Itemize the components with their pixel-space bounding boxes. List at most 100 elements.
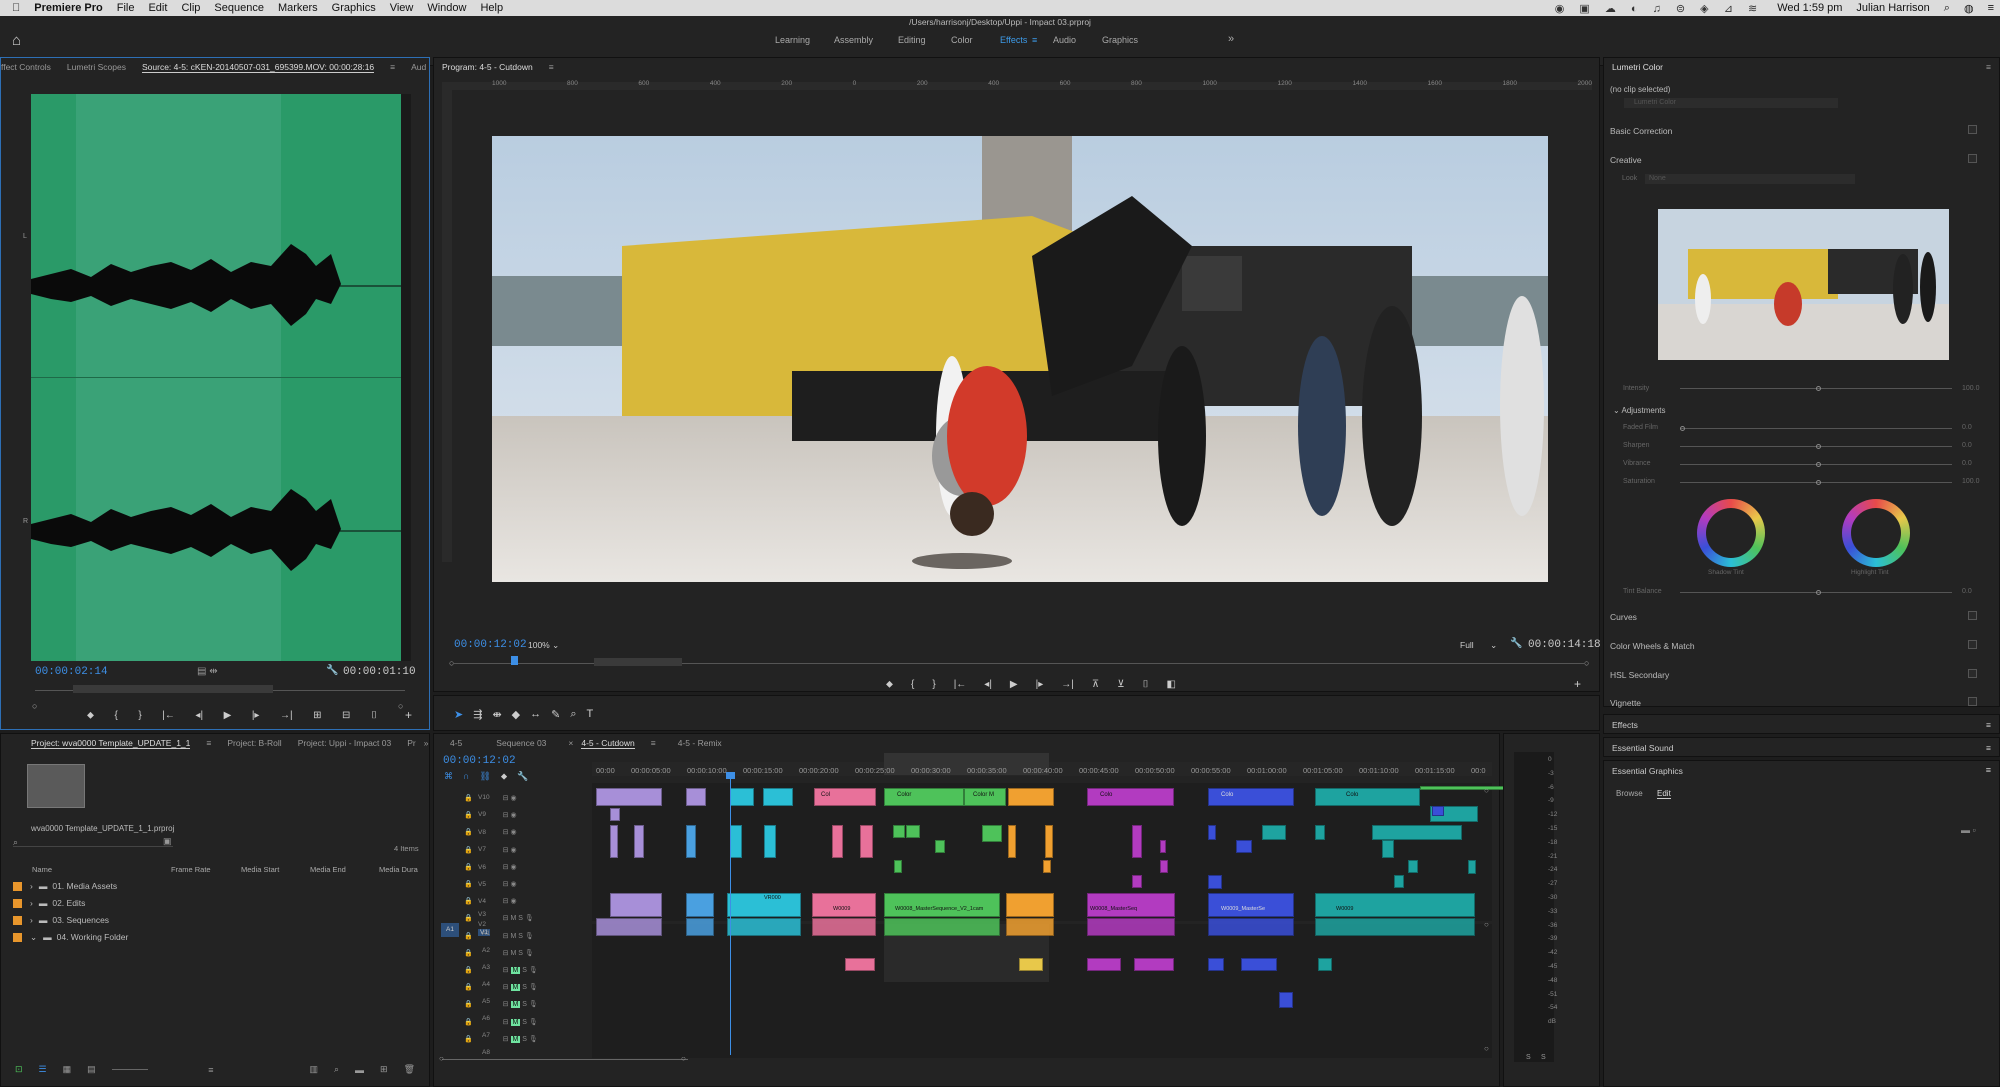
workspace-tab-effects[interactable]: Effects bbox=[1000, 35, 1027, 45]
icon-view-icon[interactable]: ▦ bbox=[63, 1064, 72, 1075]
video-clip[interactable] bbox=[686, 825, 696, 858]
mark-in-icon[interactable]: { bbox=[115, 710, 118, 721]
program-tab-menu-icon[interactable]: ≡ bbox=[549, 62, 554, 72]
mic-icon[interactable]: 🎙 bbox=[525, 915, 534, 922]
chevron-right-icon[interactable]: › bbox=[30, 881, 33, 891]
app-name-menu[interactable]: Premiere Pro bbox=[34, 2, 102, 14]
video-clip[interactable] bbox=[1208, 825, 1216, 840]
tab-project-template[interactable]: Project: wva0000 Template_UPDATE_1_1 bbox=[31, 738, 191, 749]
label-color-swatch[interactable] bbox=[13, 932, 22, 942]
video-clip[interactable]: Color bbox=[884, 788, 964, 806]
column-media-start[interactable]: Media Start bbox=[241, 865, 279, 874]
video-clip[interactable] bbox=[610, 808, 620, 821]
close-tab-icon[interactable]: × bbox=[568, 738, 573, 748]
menu-sequence[interactable]: Sequence bbox=[214, 2, 264, 14]
source-current-timecode[interactable]: 00:00:02:14 bbox=[35, 666, 108, 678]
sync-lock-icon[interactable]: ⊟ bbox=[503, 1019, 509, 1026]
snap-icon[interactable]: ∩ bbox=[463, 771, 469, 782]
source-start-marker[interactable]: ○ bbox=[32, 701, 37, 711]
lock-icon[interactable]: 🔒 bbox=[464, 1019, 473, 1026]
add-marker-icon[interactable]: ⬥ bbox=[87, 710, 94, 721]
sync-lock-icon[interactable]: ⊟ bbox=[503, 898, 509, 905]
mic-icon[interactable]: 🎙 bbox=[529, 1036, 538, 1043]
video-clip[interactable]: W0009 bbox=[812, 893, 876, 917]
menu-graphics[interactable]: Graphics bbox=[332, 2, 376, 14]
audio-clip[interactable] bbox=[1134, 958, 1174, 971]
chevron-right-icon[interactable]: › bbox=[30, 898, 33, 908]
project-folder-row[interactable]: › ▬ 02. Edits bbox=[13, 896, 413, 910]
program-video-frame[interactable] bbox=[492, 136, 1548, 582]
audio-clip[interactable] bbox=[1087, 958, 1121, 971]
edit-tab[interactable]: Edit bbox=[1657, 789, 1671, 799]
video-clip[interactable] bbox=[982, 825, 1002, 842]
source-end-marker[interactable]: ○ bbox=[398, 701, 403, 711]
sync-lock-icon[interactable]: ⊟ bbox=[503, 984, 509, 991]
mute-m[interactable]: M bbox=[511, 933, 517, 940]
play-icon[interactable]: ▶ bbox=[224, 710, 232, 721]
faded-film-slider-knob[interactable] bbox=[1680, 426, 1685, 431]
settings-wrench-icon[interactable]: 🔧 bbox=[326, 665, 338, 676]
vibrance-slider-knob[interactable] bbox=[1816, 462, 1821, 467]
saturation-slider[interactable] bbox=[1680, 480, 1952, 485]
tab-sequence-4-5[interactable]: 4-5 bbox=[450, 738, 462, 748]
menu-markers[interactable]: Markers bbox=[278, 2, 318, 14]
mark-in-icon[interactable]: { bbox=[911, 679, 914, 690]
workspace-overflow[interactable]: » bbox=[1228, 33, 1234, 45]
freeform-view-icon[interactable]: ▤ bbox=[87, 1064, 96, 1075]
step-forward-icon[interactable]: |▸ bbox=[252, 710, 260, 721]
track-label-a2[interactable]: A2 bbox=[482, 947, 490, 954]
notification-icon[interactable]: ≡ bbox=[1988, 2, 1994, 14]
tab-lumetri-scopes[interactable]: Lumetri Scopes bbox=[67, 62, 126, 72]
essential-sound-header[interactable]: Essential Sound ≡ bbox=[1603, 737, 2000, 757]
vignette-checkbox[interactable] bbox=[1968, 697, 1977, 706]
zoom-tool-icon[interactable]: ⌕ bbox=[570, 708, 576, 721]
ripple-edit-tool-icon[interactable]: ⇼ bbox=[492, 708, 501, 721]
tab-effect-controls[interactable]: ffect Controls bbox=[1, 62, 51, 72]
timeline-tab-menu-icon[interactable]: ≡ bbox=[651, 738, 656, 748]
lock-icon[interactable]: 🔒 bbox=[464, 950, 473, 957]
tab-project-overflow[interactable]: Pr bbox=[407, 738, 416, 748]
mute-m[interactable]: M bbox=[510, 1001, 521, 1009]
video-clip[interactable]: W0008_MasterSequence_V2_1cam bbox=[884, 893, 1000, 917]
sync-lock-icon[interactable]: ⊟ bbox=[503, 812, 509, 819]
video-clip[interactable] bbox=[763, 788, 793, 806]
audio-clip[interactable] bbox=[686, 918, 714, 936]
section-vignette[interactable]: Vignette bbox=[1610, 697, 1985, 708]
video-clip[interactable] bbox=[730, 825, 742, 858]
adjustments-header[interactable]: ⌄ Adjustments bbox=[1613, 406, 1666, 415]
project-search-input[interactable]: ⌕ bbox=[13, 837, 173, 847]
audio-clip[interactable] bbox=[1208, 918, 1294, 936]
program-current-timecode[interactable]: 00:00:12:02 bbox=[454, 639, 527, 651]
lock-icon[interactable]: 🔒 bbox=[464, 967, 473, 974]
mute-m[interactable]: M bbox=[511, 950, 517, 957]
video-clip[interactable] bbox=[596, 788, 662, 806]
workspace-menu-icon[interactable]: ≡ bbox=[1032, 35, 1037, 45]
go-to-out-icon[interactable]: →| bbox=[1061, 679, 1074, 690]
selection-tool-icon[interactable]: ➤ bbox=[454, 708, 463, 721]
tab-cutdown[interactable]: 4-5 - Cutdown bbox=[581, 738, 635, 749]
audio-clip[interactable] bbox=[845, 958, 875, 971]
lock-icon[interactable]: 🔒 bbox=[464, 1036, 473, 1043]
video-clip[interactable]: W0009_MasterSe bbox=[1208, 893, 1294, 917]
step-back-icon[interactable]: ◂| bbox=[195, 710, 203, 721]
step-forward-icon[interactable]: |▸ bbox=[1036, 679, 1044, 690]
video-clip[interactable] bbox=[1006, 893, 1054, 917]
basic-correction-checkbox[interactable] bbox=[1968, 125, 1977, 134]
solo-s[interactable]: S bbox=[518, 950, 523, 957]
audio-clip[interactable] bbox=[596, 918, 662, 936]
tab-source[interactable]: Source: 4-5: cKEN-20140507-031_695399.MO… bbox=[141, 62, 375, 73]
video-clip[interactable] bbox=[1132, 825, 1142, 858]
mic-icon[interactable]: 🎙 bbox=[529, 1019, 538, 1026]
timeline-current-timecode[interactable]: 00:00:12:02 bbox=[443, 755, 516, 767]
video-clip[interactable] bbox=[1262, 825, 1286, 840]
solo-s[interactable]: S bbox=[518, 933, 523, 940]
tab-remix[interactable]: 4-5 - Remix bbox=[678, 738, 722, 748]
audio-clip[interactable] bbox=[884, 918, 1000, 936]
video-clip[interactable] bbox=[1315, 825, 1325, 840]
video-clip[interactable] bbox=[1408, 860, 1418, 873]
solo-s[interactable]: S bbox=[522, 1036, 527, 1043]
lock-icon[interactable]: 🔒 bbox=[464, 864, 473, 871]
spotlight-icon[interactable]: ⌕ bbox=[1944, 2, 1950, 15]
project-thumbnail[interactable] bbox=[27, 764, 85, 808]
eye-icon[interactable]: ◉ bbox=[511, 881, 517, 888]
